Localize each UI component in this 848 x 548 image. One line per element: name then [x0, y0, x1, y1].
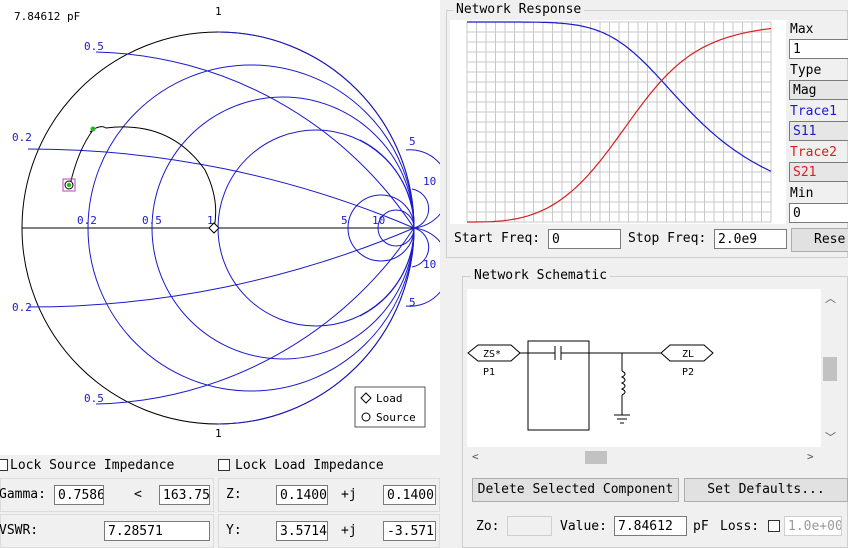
lock-source-checkbox[interactable] — [0, 459, 8, 471]
shunt-inductor — [620, 370, 626, 396]
y-real-field[interactable]: 3.5714 — [276, 521, 328, 541]
smith-legend: Load Source — [354, 386, 426, 428]
y-plus-j: +j — [341, 523, 357, 538]
schematic-canvas[interactable]: ZS* P1 ZL P2 — [467, 289, 821, 447]
stop-freq-label: Stop Freq: — [628, 231, 707, 246]
legend-source-label: Source — [376, 411, 416, 424]
source-trajectory — [69, 129, 94, 186]
source-port-label: P1 — [483, 367, 495, 378]
axis-label-5: 5 — [341, 214, 348, 227]
label-bot-10: 10 — [423, 258, 436, 271]
axis-label-0.5: 0.5 — [142, 214, 162, 227]
scroll-left-icon[interactable]: < — [472, 450, 479, 463]
loss-checkbox[interactable] — [768, 520, 780, 532]
lock-source-label: Lock Source Impedance — [10, 458, 175, 473]
reactance-arc-neg-0.2 — [27, 227, 415, 308]
schematic-vscroll[interactable]: ︿ ﹀ — [821, 289, 838, 447]
network-schematic-title: Network Schematic — [471, 268, 611, 283]
trace1-label: Trace1 — [790, 104, 837, 119]
loss-label: Loss: — [720, 519, 760, 534]
reactance-arc-neg-0.5 — [95, 227, 415, 405]
axis-label-0.2: 0.2 — [77, 214, 97, 227]
schematic-svg[interactable]: ZS* P1 ZL P2 — [467, 289, 821, 447]
gamma-angle-field[interactable]: 163.75 — [159, 485, 210, 505]
start-freq-field[interactable]: 0 — [548, 229, 621, 249]
smith-chart-svg[interactable]: 7.84612 pF 1 0.5 0.2 5 10 10 5 0.2 0.5 1… — [0, 0, 450, 455]
label-bot-0.5: 0.5 — [84, 392, 104, 405]
z-real-field[interactable]: 0.1400 — [276, 485, 328, 505]
hscroll-thumb[interactable] — [585, 451, 607, 464]
vscroll-thumb[interactable] — [823, 357, 837, 381]
capacitance-readout: 7.84612 pF — [14, 10, 80, 23]
vswr-field[interactable]: 7.28571 — [104, 521, 210, 541]
y-label: Y: — [226, 523, 242, 538]
trace2-select[interactable]: S21 — [789, 162, 848, 182]
stop-freq-field[interactable]: 2.0e9 — [714, 229, 787, 249]
reactance-arc-pos-10 — [411, 188, 430, 229]
legend-source-icon — [361, 412, 371, 422]
capacitor-selection-box[interactable] — [527, 340, 590, 431]
load-port-label: P2 — [682, 367, 694, 378]
label-bot-0.2: 0.2 — [12, 301, 32, 314]
schematic-hscroll[interactable]: < > — [467, 449, 821, 466]
axis-label-10: 10 — [372, 214, 385, 227]
response-plot[interactable] — [450, 20, 786, 224]
z-imag-field[interactable]: 0.1400 — [383, 485, 436, 505]
trajectory-end-marker — [90, 126, 96, 132]
gamma-magnitude-field[interactable]: 0.7586 — [54, 485, 104, 505]
z-label: Z: — [226, 487, 242, 502]
label-top-10: 10 — [423, 175, 436, 188]
label-top-1: 1 — [215, 5, 222, 18]
angle-symbol: < — [134, 487, 142, 502]
source-marker-inner — [66, 182, 72, 188]
lock-load-label: Lock Load Impedance — [235, 458, 384, 473]
response-plot-svg[interactable] — [450, 20, 786, 224]
legend-load-label: Load — [376, 392, 403, 405]
max-field[interactable]: 1 — [789, 39, 848, 59]
smith-chart-panel[interactable]: 7.84612 pF 1 0.5 0.2 5 10 10 5 0.2 0.5 1… — [0, 0, 450, 455]
label-top-0.5: 0.5 — [84, 40, 104, 53]
label-bot-5: 5 — [409, 296, 416, 309]
zo-field — [507, 516, 552, 536]
reset-button[interactable]: Rese — [791, 228, 848, 252]
type-label: Type — [790, 63, 822, 78]
label-top-0.2: 0.2 — [12, 131, 32, 144]
scroll-right-icon[interactable]: > — [807, 450, 814, 463]
network-response-title: Network Response — [453, 2, 585, 17]
y-imag-field[interactable]: -3.571 — [383, 521, 436, 541]
lock-load-checkbox[interactable] — [218, 459, 230, 471]
vswr-label: VSWR: — [0, 523, 39, 538]
load-port-tag: ZL — [682, 349, 694, 360]
trace2-label: Trace2 — [790, 145, 837, 160]
max-label: Max — [790, 22, 814, 37]
min-field[interactable]: 0 — [789, 203, 848, 223]
delete-component-button[interactable]: Delete Selected Component — [472, 478, 679, 502]
loss-field: 1.0e+00 — [784, 516, 842, 536]
reactance-arc-pos-0.5 — [95, 51, 415, 229]
value-label: Value: — [560, 519, 607, 534]
label-bot-1: 1 — [215, 427, 222, 440]
zo-label: Zo: — [476, 519, 500, 534]
z-plus-j: +j — [341, 487, 357, 502]
value-field[interactable]: 7.84612 — [614, 516, 687, 536]
scroll-down-icon[interactable]: ﹀ — [825, 429, 836, 445]
scroll-up-icon[interactable]: ︿ — [825, 290, 836, 306]
source-port-tag: ZS* — [483, 349, 501, 360]
reactance-arc-pos-5 — [405, 149, 450, 229]
set-defaults-button[interactable]: Set Defaults... — [684, 478, 848, 502]
type-select[interactable]: Mag — [789, 80, 848, 100]
gamma-label: Gamma: — [0, 487, 46, 502]
axis-label-1: 1 — [207, 214, 214, 227]
label-top-5: 5 — [409, 135, 416, 148]
start-freq-label: Start Freq: — [454, 231, 541, 246]
min-label: Min — [790, 186, 814, 201]
value-unit: pF — [693, 519, 709, 534]
trace1-select[interactable]: S11 — [789, 121, 848, 141]
